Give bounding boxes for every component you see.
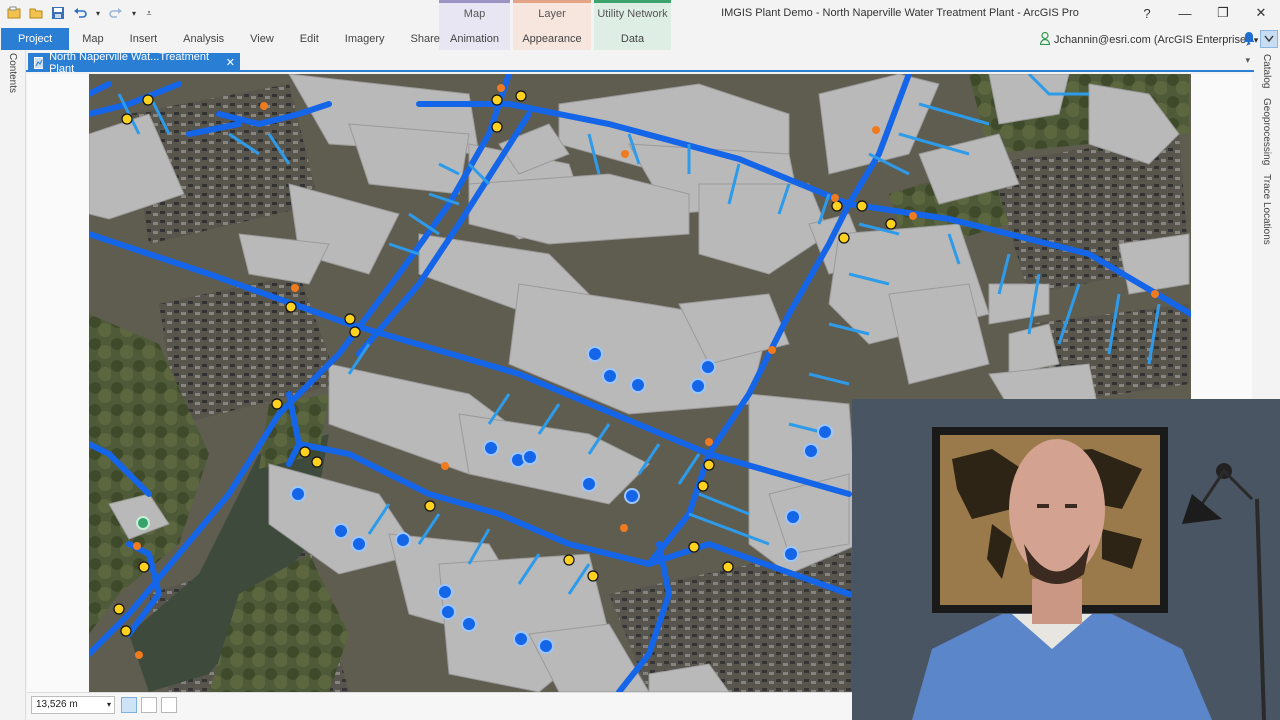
navigator-icon[interactable] xyxy=(141,697,157,713)
undo-dropdown-icon[interactable]: ▾ xyxy=(94,5,102,21)
context-group-color-bar xyxy=(594,0,671,3)
customize-toolbar-icon[interactable]: ⩡ xyxy=(144,5,154,21)
tab-list-dropdown-icon[interactable]: ▾ xyxy=(1245,55,1250,66)
context-group-label: Map xyxy=(463,8,486,20)
tab-analysis[interactable]: Analysis xyxy=(170,28,237,50)
tab-edit[interactable]: Edit xyxy=(287,28,332,50)
document-tab-strip: North Naperville Wat...Treatment Plant ✕… xyxy=(26,50,1254,75)
minimize-button[interactable]: — xyxy=(1166,0,1204,26)
window-title: IMGIS Plant Demo - North Naperville Wate… xyxy=(721,7,1079,19)
collapse-ribbon-button[interactable] xyxy=(1260,30,1278,48)
user-name: Jchannin@esri.com (ArcGIS Enterprise) xyxy=(1054,34,1250,46)
navigation-tools xyxy=(121,697,177,713)
context-group-color-bar xyxy=(439,0,510,3)
window-controls: ? — ❐ ✕ xyxy=(1128,0,1280,26)
tab-map[interactable]: Map xyxy=(69,28,116,50)
quick-access-toolbar: ▾ ▾ ⩡ xyxy=(6,5,154,21)
geoprocessing-pane-tab[interactable]: Geoprocessing xyxy=(1261,98,1272,165)
open-project-icon[interactable] xyxy=(28,5,44,21)
redo-dropdown-icon[interactable]: ▾ xyxy=(130,5,138,21)
context-group-label: Layer xyxy=(538,8,566,20)
user-icon xyxy=(1039,31,1051,48)
tab-insert[interactable]: Insert xyxy=(117,28,171,50)
chevron-down-icon xyxy=(1264,35,1274,43)
user-account[interactable]: Jchannin@esri.com (ArcGIS Enterprise) ▾ xyxy=(1039,31,1258,48)
document-tab-label: North Naperville Wat...Treatment Plant xyxy=(49,50,210,75)
tab-map-view[interactable]: North Naperville Wat...Treatment Plant ✕ xyxy=(28,50,240,75)
trace-locations-pane-tab[interactable]: Trace Locations xyxy=(1261,174,1272,245)
new-project-icon[interactable] xyxy=(6,5,22,21)
left-dock: Contents xyxy=(0,50,26,720)
tab-share[interactable]: Share xyxy=(398,28,453,50)
close-tab-icon[interactable]: ✕ xyxy=(226,56,235,69)
tab-imagery[interactable]: Imagery xyxy=(332,28,398,50)
presenter-video xyxy=(852,399,1280,720)
tab-project[interactable]: Project xyxy=(1,28,70,50)
scale-value: 13,526 m xyxy=(36,699,78,710)
undo-icon[interactable] xyxy=(72,5,88,21)
tab-view[interactable]: View xyxy=(237,28,287,50)
webcam-overlay xyxy=(852,399,1280,720)
scale-input[interactable]: 13,526 m ▾ xyxy=(31,696,115,714)
help-button[interactable]: ? xyxy=(1128,0,1166,26)
scale-dropdown-icon[interactable]: ▾ xyxy=(107,697,111,713)
contents-pane-tab[interactable]: Contents xyxy=(7,53,18,93)
grid-icon[interactable] xyxy=(121,697,137,713)
notification-icon[interactable] xyxy=(1242,31,1256,48)
context-group-label: Utility Network xyxy=(597,8,668,20)
map-view-icon xyxy=(34,56,44,69)
context-group-color-bar xyxy=(513,0,591,3)
restore-button[interactable]: ❐ xyxy=(1204,0,1242,26)
save-icon[interactable] xyxy=(50,5,66,21)
redo-icon[interactable] xyxy=(108,5,124,21)
close-button[interactable]: ✕ xyxy=(1242,0,1280,26)
catalog-pane-tab[interactable]: Catalog xyxy=(1261,54,1272,88)
table-icon[interactable] xyxy=(161,697,177,713)
